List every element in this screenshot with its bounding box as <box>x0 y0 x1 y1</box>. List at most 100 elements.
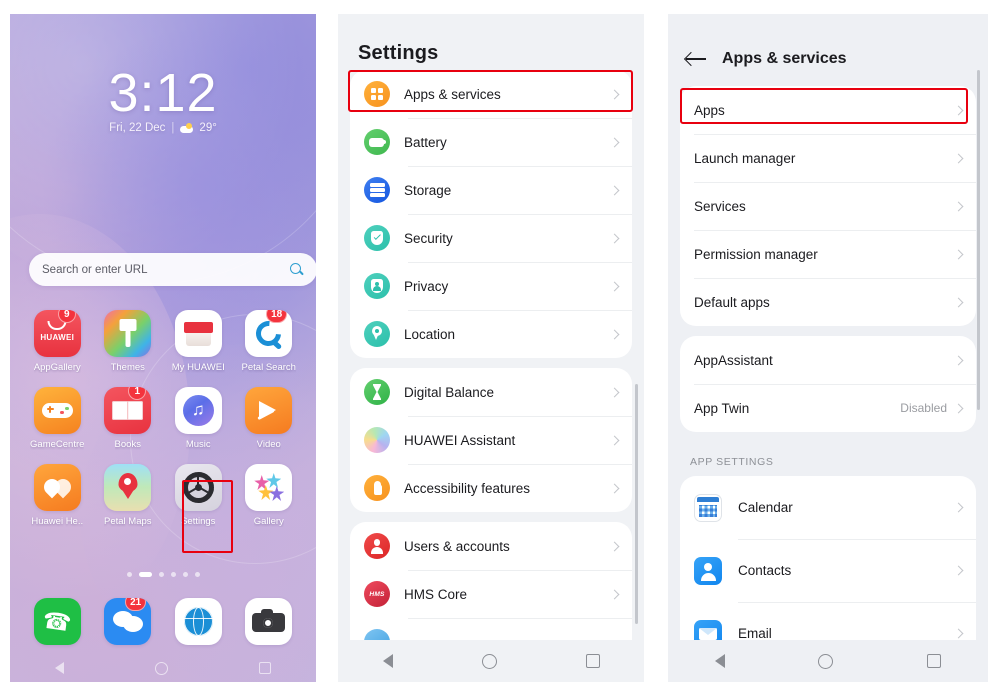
recents-square-icon[interactable] <box>585 654 600 668</box>
notification-badge: 9 <box>57 310 76 323</box>
settings-row-hms-core[interactable]: HMS HMS Core <box>350 570 632 618</box>
huawei-health-icon[interactable] <box>33 464 81 511</box>
page-dot[interactable] <box>126 572 132 577</box>
page-title: Settings <box>358 42 439 64</box>
game-centre-icon[interactable] <box>33 387 81 434</box>
settings-row-digital-balance[interactable]: Digital Balance <box>350 368 632 416</box>
settings-row-location[interactable]: Location <box>350 310 632 358</box>
row-contacts[interactable]: Contacts <box>680 539 976 602</box>
settings-row-users-accounts[interactable]: Users & accounts <box>350 522 632 570</box>
app-petal-maps[interactable]: Petal Maps <box>93 464 164 527</box>
location-pin-icon <box>364 321 390 347</box>
row-services[interactable]: Services <box>680 182 976 230</box>
row-apps[interactable]: Apps <box>680 86 976 134</box>
app-themes[interactable]: Themes <box>93 310 164 373</box>
row-app-twin[interactable]: App Twin Disabled <box>680 384 976 432</box>
appgallery-icon[interactable]: HUAWEI 9 <box>33 310 81 357</box>
back-triangle-icon[interactable] <box>55 662 65 674</box>
row-permission-manager[interactable]: Permission manager <box>680 230 976 278</box>
app-huawei-health[interactable]: Huawei He.. <box>22 464 93 527</box>
notification-badge: 1 <box>128 387 147 400</box>
message-icon[interactable]: 21 <box>104 598 152 645</box>
petal-maps-icon[interactable] <box>104 464 152 511</box>
themes-icon[interactable] <box>104 310 152 357</box>
app-gallery[interactable]: Gallery <box>234 464 305 527</box>
browser-icon[interactable] <box>174 598 222 645</box>
petal-search-icon[interactable]: 18 <box>245 310 293 357</box>
email-icon <box>694 619 722 640</box>
search-icon[interactable] <box>289 262 304 277</box>
chevron-right-icon <box>609 233 620 243</box>
page-dot[interactable] <box>182 572 188 577</box>
apps-services-scrollbar[interactable] <box>977 70 980 410</box>
back-triangle-icon[interactable] <box>382 654 393 668</box>
phone-icon[interactable]: ☎ <box>33 598 81 645</box>
settings-row-storage[interactable]: Storage <box>350 166 632 214</box>
apps-services-panel: Apps & services Apps Launch manager Serv… <box>668 14 988 682</box>
app-label: Themes <box>110 362 145 373</box>
home-page-indicator[interactable] <box>10 572 316 577</box>
page-dot-active[interactable] <box>138 572 152 577</box>
settings-row-partial[interactable] <box>350 618 632 640</box>
apps-services-scroll-area[interactable]: Apps Launch manager Services Permission … <box>668 86 988 640</box>
settings-row-battery[interactable]: Battery <box>350 118 632 166</box>
search-bar[interactable]: Search or enter URL <box>29 253 316 286</box>
settings-scrollbar[interactable] <box>635 384 638 624</box>
recents-square-icon[interactable] <box>258 662 271 674</box>
box-lid <box>183 322 213 333</box>
home-circle-icon[interactable] <box>154 661 168 675</box>
app-appgallery[interactable]: HUAWEI 9 AppGallery <box>22 310 93 373</box>
app-label: GameCentre <box>30 439 85 450</box>
row-label: Accessibility features <box>404 480 531 496</box>
home-circle-icon[interactable] <box>818 653 834 669</box>
row-email[interactable]: Email <box>680 602 976 640</box>
page-dot[interactable] <box>194 572 200 577</box>
chevron-right-icon <box>609 435 620 445</box>
books-icon[interactable]: 1 <box>104 387 152 434</box>
settings-row-security[interactable]: Security <box>350 214 632 262</box>
settings-scroll-area[interactable]: Apps & services Battery Storage Security… <box>338 70 644 640</box>
page-dot[interactable] <box>158 572 164 577</box>
settings-row-apps-services[interactable]: Apps & services <box>350 70 632 118</box>
chevron-right-icon <box>609 185 620 195</box>
dock-phone[interactable]: ☎ <box>22 598 93 645</box>
row-label: Users & accounts <box>404 538 510 554</box>
phone-handset-glyph: ☎ <box>41 606 74 636</box>
search-input[interactable]: Search or enter URL <box>42 264 289 276</box>
app-music[interactable]: ♫ Music <box>163 387 234 450</box>
app-settings[interactable]: Settings <box>163 464 234 527</box>
app-books[interactable]: 1 Books <box>93 387 164 450</box>
row-calendar[interactable]: Calendar <box>680 476 976 539</box>
home-dock: ☎ 21 <box>22 598 304 645</box>
app-my-huawei[interactable]: My HUAWEI <box>163 310 234 373</box>
row-appassistant[interactable]: AppAssistant <box>680 336 976 384</box>
my-huawei-icon[interactable] <box>174 310 222 357</box>
app-video[interactable]: Video <box>234 387 305 450</box>
home-circle-icon[interactable] <box>481 653 497 669</box>
app-gamecentre[interactable]: GameCentre <box>22 387 93 450</box>
apps-group-primary: Apps Launch manager Services Permission … <box>680 86 976 326</box>
dock-messages[interactable]: 21 <box>93 598 164 645</box>
chevron-right-icon <box>953 153 964 163</box>
music-icon[interactable]: ♫ <box>174 387 222 434</box>
lockscreen-clock: 3:12 <box>108 63 218 123</box>
settings-gear-icon[interactable] <box>174 464 222 511</box>
row-default-apps[interactable]: Default apps <box>680 278 976 326</box>
row-label: Digital Balance <box>404 384 495 400</box>
page-dot[interactable] <box>170 572 176 577</box>
camera-icon[interactable] <box>245 598 293 645</box>
app-petal-search[interactable]: 18 Petal Search <box>234 310 305 373</box>
back-triangle-icon[interactable] <box>714 654 725 668</box>
dock-camera[interactable] <box>234 598 305 645</box>
apps-group-secondary: AppAssistant App Twin Disabled <box>680 336 976 432</box>
settings-row-privacy[interactable]: Privacy <box>350 262 632 310</box>
gallery-icon[interactable] <box>245 464 293 511</box>
settings-row-accessibility[interactable]: Accessibility features <box>350 464 632 512</box>
settings-row-huawei-assistant[interactable]: HUAWEI Assistant <box>350 416 632 464</box>
recents-square-icon[interactable] <box>927 654 942 668</box>
notification-badge: 21 <box>125 598 147 611</box>
video-icon[interactable] <box>245 387 293 434</box>
back-arrow-icon[interactable] <box>686 50 708 68</box>
row-launch-manager[interactable]: Launch manager <box>680 134 976 182</box>
dock-browser[interactable] <box>163 598 234 645</box>
